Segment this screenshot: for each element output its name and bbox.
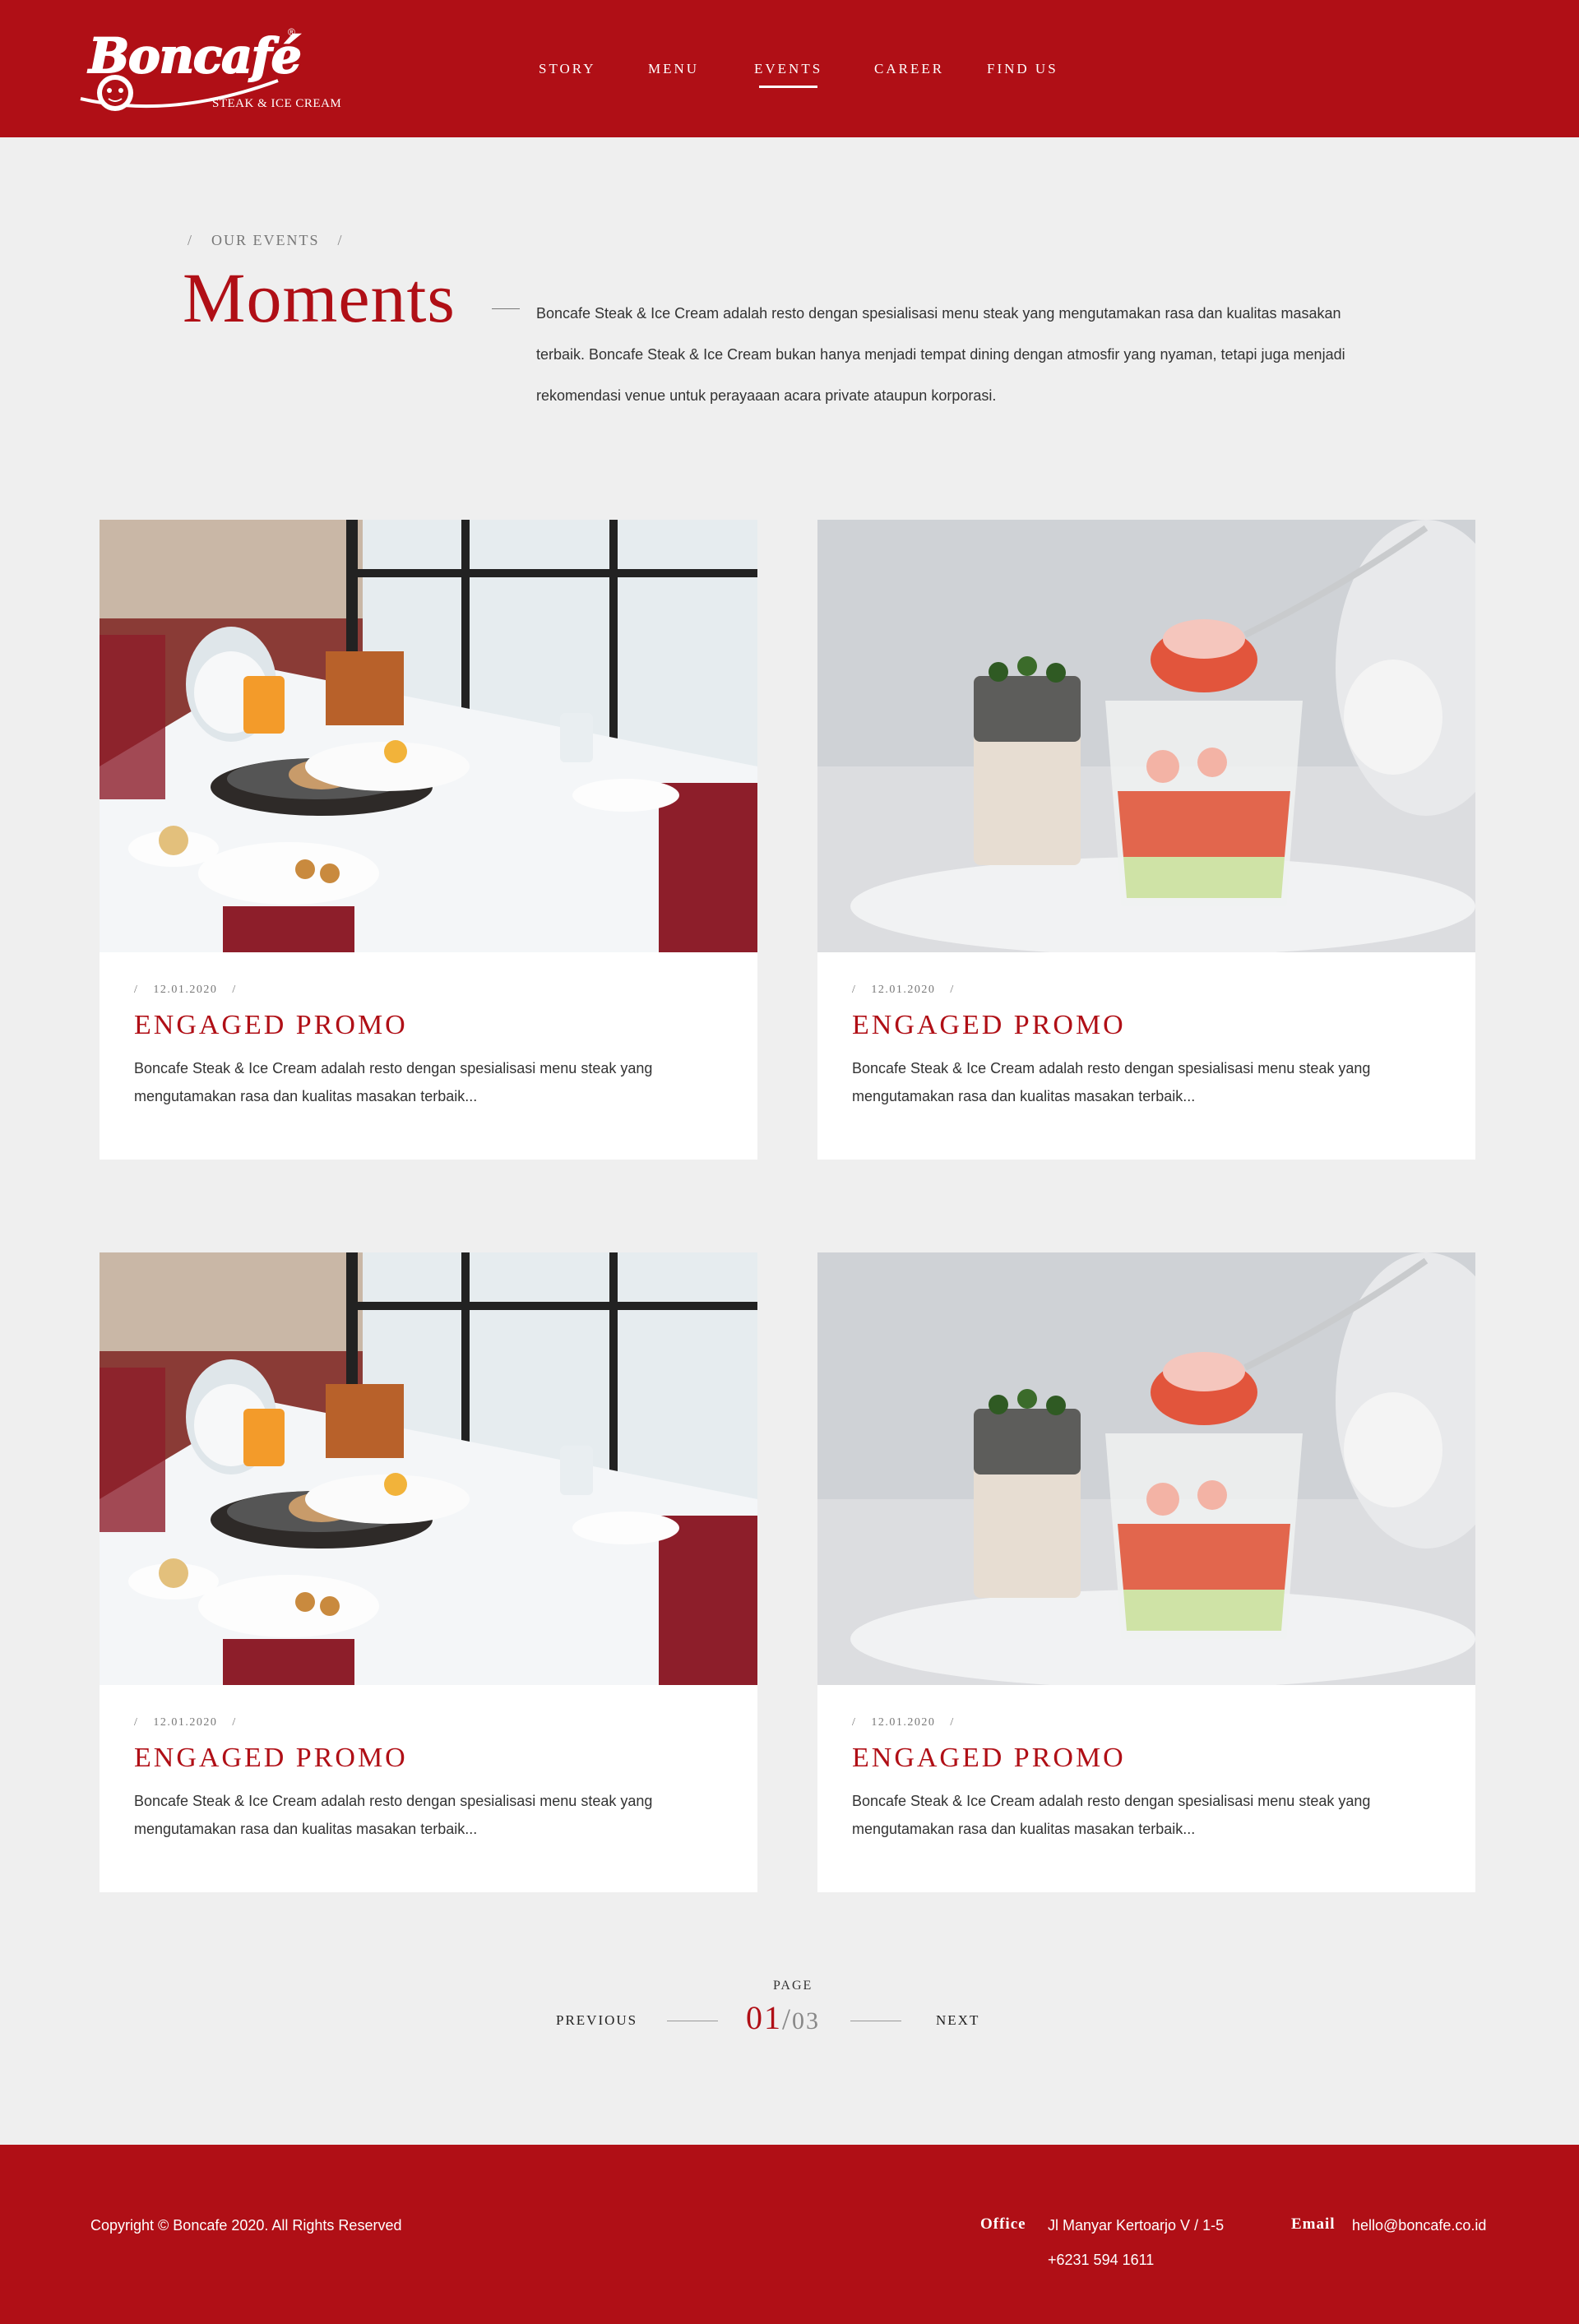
- event-date-value: 12.01.2020: [871, 1716, 936, 1729]
- page-separator: /: [782, 2002, 793, 2035]
- event-card-body: /12.01.2020/ ENGAGED PROMO Boncafe Steak…: [817, 952, 1475, 1160]
- event-title[interactable]: ENGAGED PROMO: [134, 1743, 408, 1774]
- breadcrumb: / OUR EVENTS /: [188, 232, 344, 248]
- next-page-link[interactable]: NEXT: [936, 2012, 979, 2029]
- event-card[interactable]: /12.01.2020/ ENGAGED PROMO Boncafe Steak…: [817, 1252, 1475, 1892]
- intro-description: Boncafe Steak & Ice Cream adalah resto d…: [536, 305, 1345, 404]
- boncafe-logo[interactable]: Boncafé ® STEAK & ICE CREAM: [72, 23, 344, 118]
- previous-page-link[interactable]: PREVIOUS: [556, 2012, 637, 2029]
- logo-wordmark: Boncafé: [88, 27, 303, 85]
- office-label: Office: [980, 2215, 1026, 2233]
- breadcrumb-label: OUR EVENTS: [211, 232, 320, 248]
- site-header: Boncafé ® STEAK & ICE CREAM STORY MENU E…: [0, 0, 1579, 137]
- nav-story[interactable]: STORY: [539, 61, 596, 77]
- copyright-text: Copyright © Boncafe 2020. All Rights Res…: [90, 2217, 402, 2234]
- event-title[interactable]: ENGAGED PROMO: [852, 1010, 1126, 1041]
- event-description: Boncafe Steak & Ice Cream adalah resto d…: [852, 1793, 1371, 1837]
- event-title[interactable]: ENGAGED PROMO: [134, 1010, 408, 1041]
- intro-divider: [492, 308, 520, 309]
- event-card[interactable]: /12.01.2020/ ENGAGED PROMO Boncafe Steak…: [100, 1252, 757, 1892]
- event-card-body: /12.01.2020/ ENGAGED PROMO Boncafe Steak…: [817, 1685, 1475, 1892]
- event-description: Boncafe Steak & Ice Cream adalah resto d…: [134, 1060, 653, 1104]
- event-image-dessert-glass[interactable]: [817, 520, 1475, 952]
- nav-find-us[interactable]: FIND US: [987, 61, 1058, 77]
- event-date: /12.01.2020/: [134, 1716, 237, 1729]
- email-link[interactable]: hello@boncafe.co.id: [1352, 2217, 1486, 2234]
- event-card[interactable]: /12.01.2020/ ENGAGED PROMO Boncafe Steak…: [100, 520, 757, 1160]
- event-image-dessert-glass[interactable]: [817, 1252, 1475, 1685]
- event-date: /12.01.2020/: [134, 984, 237, 996]
- event-date: /12.01.2020/: [852, 1716, 955, 1729]
- event-card-body: /12.01.2020/ ENGAGED PROMO Boncafe Steak…: [100, 952, 757, 1160]
- event-title[interactable]: ENGAGED PROMO: [852, 1743, 1126, 1774]
- site-footer: Copyright © Boncafe 2020. All Rights Res…: [0, 2145, 1579, 2324]
- nav-menu[interactable]: MENU: [648, 61, 699, 77]
- logo-registered-mark: ®: [288, 26, 295, 38]
- event-description: Boncafe Steak & Ice Cream adalah resto d…: [852, 1060, 1371, 1104]
- office-phone[interactable]: +6231 594 1611: [1048, 2252, 1154, 2269]
- nav-events[interactable]: EVENTS: [754, 61, 822, 88]
- nav-career[interactable]: CAREER: [874, 61, 944, 77]
- email-label: Email: [1291, 2215, 1336, 2233]
- event-image-table-setting[interactable]: [100, 1252, 757, 1685]
- pagination-label: PAGE: [773, 1979, 813, 1993]
- event-card[interactable]: /12.01.2020/ ENGAGED PROMO Boncafe Steak…: [817, 520, 1475, 1160]
- event-image-table-setting[interactable]: [100, 520, 757, 952]
- event-description: Boncafe Steak & Ice Cream adalah resto d…: [134, 1793, 653, 1837]
- event-date-value: 12.01.2020: [153, 1716, 218, 1729]
- page-indicator: 01/03: [746, 1998, 820, 2037]
- event-card-body: /12.01.2020/ ENGAGED PROMO Boncafe Steak…: [100, 1685, 757, 1892]
- event-date-value: 12.01.2020: [153, 984, 218, 996]
- page-title: Moments: [183, 258, 456, 337]
- total-pages: 03: [792, 2007, 821, 2035]
- event-date: /12.01.2020/: [852, 984, 955, 996]
- office-address: Jl Manyar Kertoarjo V / 1-5: [1048, 2217, 1225, 2234]
- logo-tagline: STEAK & ICE CREAM: [212, 97, 342, 110]
- event-date-value: 12.01.2020: [871, 984, 936, 996]
- current-page: 01: [746, 1999, 782, 2036]
